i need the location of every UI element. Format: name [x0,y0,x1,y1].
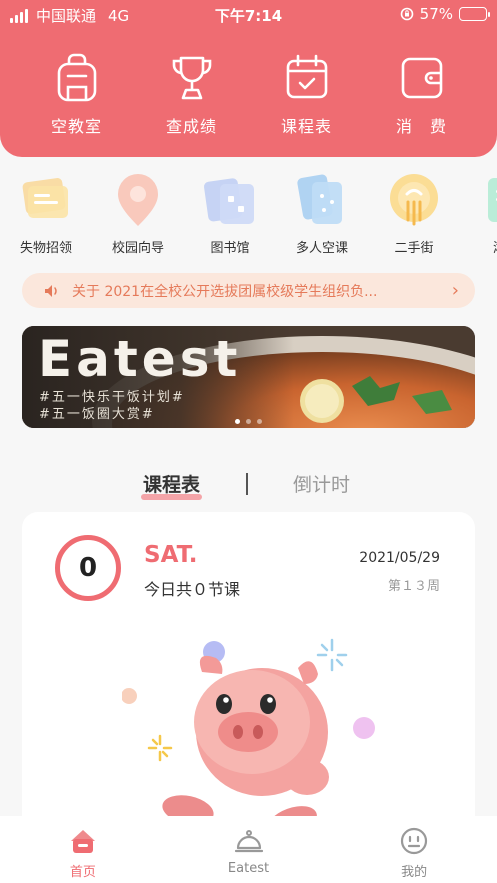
food-cloche-icon [234,830,263,853]
category-label: 失物招领 [19,241,72,256]
category-label: 二手街 [394,241,434,256]
chevron-right-icon: › [451,280,459,301]
quick-label: 课程表 [280,117,332,136]
notice-bar[interactable]: 关于 2021在全校公开选拔团属校级学生组织负... › [22,273,475,308]
quick-label: 空教室 [50,117,102,136]
category-campus-guide[interactable]: 校园向导 [92,172,184,262]
wallet-icon [401,57,442,99]
class-summary: 今日共０节课 [144,580,241,599]
quick-empty-classroom[interactable]: 空教室 [19,52,134,137]
notice-text: 关于 2021在全校公开选拔团属校级学生组织负... [72,283,378,300]
quick-label: 消 费 [395,117,447,136]
rotation-lock-icon [400,7,413,21]
carousel-dots[interactable] [22,419,475,424]
class-count-badge: 0 [55,535,121,601]
quick-consumption[interactable]: 消 费 [364,52,479,137]
home-icon [70,830,95,853]
lost-found-icon [22,178,68,218]
tab-countdown[interactable]: 倒计时 [293,470,350,497]
category-label: 湘大 [493,237,497,256]
quick-grades[interactable]: 查成绩 [134,52,249,137]
library-icon [204,178,254,224]
calendar-icon [286,54,327,99]
tab-timetable[interactable]: 课程表 [140,470,203,500]
nav-eatest[interactable]: Eatest [166,816,332,883]
nav-label: Eatest [227,861,270,876]
smiley-icon [401,827,428,855]
xiangda-icon [488,178,497,222]
category-secondhand[interactable]: 二手街 [368,172,460,262]
nav-home[interactable]: 首页 [0,816,166,883]
header: 中国联通 4G 下午7:14 57% 空教室 查成绩 课程表 消 费 [0,0,497,157]
category-multi-free-class[interactable]: 多人空课 [276,172,368,262]
carousel-dot[interactable] [257,419,262,424]
tab-divider [246,473,248,495]
battery-icon [459,7,490,21]
today-schedule-card: 0 SAT. 今日共０节课 2021/05/29 第１３周 [22,512,475,852]
carousel-dot[interactable] [246,419,251,424]
quick-actions: 空教室 查成绩 课程表 消 费 [0,52,497,137]
category-xiangda[interactable]: 湘大 [460,172,497,262]
category-label: 图书馆 [210,241,250,256]
secondhand-icon [390,174,438,226]
banner-title: Eatest [38,330,242,388]
battery-percent: 57% [419,5,453,23]
category-lost-found[interactable]: 失物招领 [0,172,92,262]
category-library[interactable]: 图书馆 [184,172,276,262]
status-right: 57% [400,5,490,23]
category-label: 多人空课 [295,241,348,256]
bottom-nav: 首页 Eatest 我的 [0,816,497,883]
nav-mine[interactable]: 我的 [331,816,497,883]
eatest-banner[interactable]: Eatest #五一快乐干饭计划# #五一饭圈大赏# [22,326,475,428]
nav-label: 首页 [69,865,96,880]
category-label: 校园向导 [111,241,164,256]
date: 2021/05/29 [359,550,440,566]
quick-label: 查成绩 [165,117,217,136]
status-bar: 中国联通 4G 下午7:14 57% [0,0,497,28]
quick-timetable[interactable]: 课程表 [249,52,364,137]
trophy-icon [172,56,211,100]
cards-icon [297,174,342,224]
category-row: 失物招领 校园向导 图书馆 多人空课 二手街 [0,172,497,262]
weekday: SAT. [144,542,198,568]
speaker-icon [45,284,57,297]
tab-bar: 课程表 倒计时 [0,470,497,500]
nav-label: 我的 [401,865,428,880]
carousel-dot[interactable] [235,419,240,424]
week-number: 第１３周 [387,579,440,594]
map-pin-icon [118,174,158,226]
backpack-icon [57,53,96,102]
